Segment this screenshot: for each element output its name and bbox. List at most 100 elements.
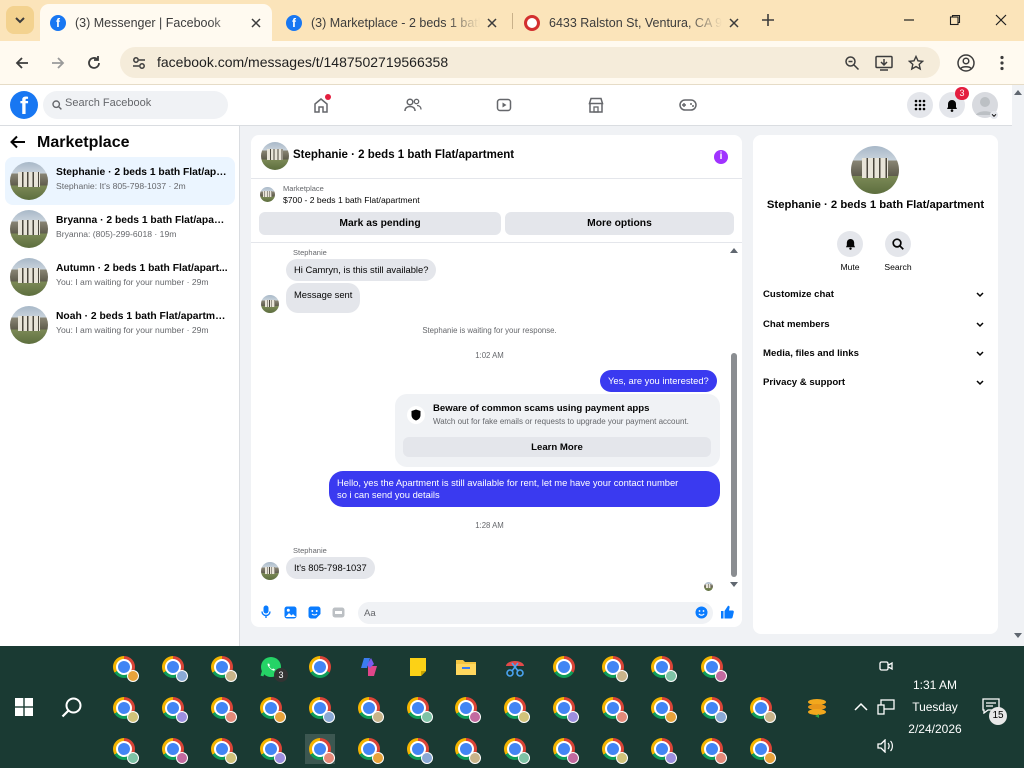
snipping-tool-icon[interactable] xyxy=(500,652,530,682)
page-scrollbar[interactable] xyxy=(1012,85,1024,646)
chrome-profile-icon[interactable] xyxy=(697,693,727,723)
tab-marketplace[interactable]: f (3) Marketplace - 2 beds 1 bath xyxy=(276,4,508,41)
chrome-profile-icon[interactable] xyxy=(109,734,139,764)
chrome-profile-icon[interactable] xyxy=(451,734,481,764)
nav-marketplace[interactable] xyxy=(576,91,616,119)
thumbs-up-icon[interactable] xyxy=(719,604,735,620)
back-button[interactable] xyxy=(8,49,36,77)
stacked-coins-icon[interactable] xyxy=(802,693,832,723)
chrome-profile-icon[interactable] xyxy=(305,693,335,723)
chrome-profile-icon[interactable] xyxy=(746,734,776,764)
scroll-down-arrow-icon[interactable] xyxy=(1014,633,1022,639)
conversation-item[interactable]: Stephanie · 2 beds 1 bath Flat/apart... … xyxy=(5,157,235,205)
tab-search-button[interactable] xyxy=(6,6,34,34)
chrome-profile-icon[interactable] xyxy=(207,693,237,723)
tray-chevron-up-icon[interactable] xyxy=(851,697,871,717)
scroll-up-arrow-icon[interactable] xyxy=(730,247,738,253)
incoming-message[interactable]: Message sent xyxy=(286,283,361,313)
back-arrow-icon[interactable] xyxy=(10,135,26,149)
whatsapp-icon[interactable]: 3 xyxy=(256,652,288,682)
file-explorer-icon[interactable] xyxy=(451,652,481,682)
clock-time[interactable]: 1:31 AM xyxy=(900,678,970,692)
emoji-icon[interactable] xyxy=(693,604,709,620)
message-input[interactable] xyxy=(358,602,713,624)
zoom-icon[interactable] xyxy=(842,53,862,73)
media-files-links-row[interactable]: Media, files and links xyxy=(763,348,988,368)
close-tab-icon[interactable] xyxy=(248,15,264,31)
incoming-message[interactable]: Hi Camryn, is this still available? xyxy=(286,259,437,281)
chat-scrollbar-thumb[interactable] xyxy=(731,353,737,577)
chrome-profile-icon[interactable] xyxy=(158,652,188,682)
more-options-button[interactable]: More options xyxy=(505,212,734,235)
chrome-profile-icon[interactable] xyxy=(598,734,628,764)
chrome-profile-icon[interactable] xyxy=(109,693,139,723)
mute-button[interactable]: Mute xyxy=(830,231,870,272)
nav-friends[interactable] xyxy=(393,91,433,119)
chrome-profile-icon[interactable] xyxy=(109,652,139,682)
reload-button[interactable] xyxy=(80,49,108,77)
chrome-profile-icon[interactable] xyxy=(354,693,384,723)
chrome-profile-icon[interactable] xyxy=(647,734,677,764)
chat-members-row[interactable]: Chat members xyxy=(763,319,988,339)
sticky-notes-icon[interactable] xyxy=(403,652,433,682)
browser-menu-button[interactable] xyxy=(988,49,1016,77)
install-app-icon[interactable] xyxy=(874,53,894,73)
conversation-item[interactable]: Noah · 2 beds 1 bath Flat/apartment You:… xyxy=(5,301,235,349)
tab-messenger[interactable]: f (3) Messenger | Facebook xyxy=(40,4,272,41)
clock-day[interactable]: Tuesday xyxy=(900,700,970,714)
restore-button[interactable] xyxy=(932,0,978,40)
learn-more-button[interactable]: Learn More xyxy=(403,437,711,457)
facebook-logo-icon[interactable]: f xyxy=(10,91,38,119)
chrome-profile-icon[interactable] xyxy=(158,693,188,723)
close-tab-icon[interactable] xyxy=(726,15,742,31)
chrome-profile-icon[interactable] xyxy=(305,734,335,764)
new-tab-button[interactable] xyxy=(756,8,780,32)
sticker-icon[interactable] xyxy=(306,604,322,620)
chat-scrollbar[interactable] xyxy=(728,245,740,595)
outgoing-message[interactable]: Hello, yes the Apartment is still availa… xyxy=(329,471,720,507)
tab-ralston[interactable]: 6433 Ralston St, Ventura, CA 93 xyxy=(514,4,750,41)
search-in-conversation-button[interactable]: Search xyxy=(878,231,918,272)
menu-button[interactable] xyxy=(907,92,933,118)
chrome-profile-icon[interactable] xyxy=(500,693,530,723)
meet-now-icon[interactable] xyxy=(876,656,896,676)
clock-date[interactable]: 2/24/2026 xyxy=(900,722,970,736)
chrome-profile-icon[interactable] xyxy=(549,693,579,723)
close-window-button[interactable] xyxy=(978,0,1024,40)
photo-icon[interactable] xyxy=(282,604,298,620)
chrome-profile-icon[interactable] xyxy=(207,652,237,682)
chrome-profile-icon[interactable] xyxy=(598,693,628,723)
incoming-message[interactable]: It's 805-798-1037 xyxy=(286,557,375,579)
conversation-info-icon[interactable]: i xyxy=(714,150,728,164)
close-tab-icon[interactable] xyxy=(484,15,500,31)
microphone-icon[interactable] xyxy=(258,604,274,620)
chrome-profile-icon[interactable] xyxy=(746,693,776,723)
chrome-profile-icon[interactable] xyxy=(500,734,530,764)
chrome-profile-icon[interactable] xyxy=(207,734,237,764)
start-button[interactable] xyxy=(9,692,39,722)
chrome-profile-icon[interactable] xyxy=(549,652,579,682)
minimize-button[interactable] xyxy=(886,0,932,40)
forward-button[interactable] xyxy=(44,49,72,77)
chrome-profile-icon[interactable] xyxy=(598,652,628,682)
address-bar[interactable]: facebook.com/messages/t/1487502719566358 xyxy=(120,47,940,78)
site-settings-icon[interactable] xyxy=(129,53,149,73)
chat-title[interactable]: Stephanie · 2 beds 1 bath Flat/apartment xyxy=(293,149,514,161)
taskbar-search-button[interactable] xyxy=(57,692,87,722)
conversation-item[interactable]: Autumn · 2 beds 1 bath Flat/apart... You… xyxy=(5,253,235,301)
network-icon[interactable] xyxy=(876,697,896,717)
chrome-profile-icon[interactable] xyxy=(305,652,335,682)
chat-header-avatar[interactable] xyxy=(261,142,289,170)
chrome-profile-icon[interactable] xyxy=(451,693,481,723)
conversation-item[interactable]: Bryanna · 2 beds 1 bath Flat/apart... Br… xyxy=(5,205,235,253)
chrome-profile-icon[interactable] xyxy=(158,734,188,764)
chrome-profile-icon[interactable] xyxy=(549,734,579,764)
nav-gaming[interactable] xyxy=(668,91,708,119)
chrome-profile-icon[interactable] xyxy=(403,734,433,764)
chrome-profile-icon[interactable] xyxy=(647,652,677,682)
privacy-support-row[interactable]: Privacy & support xyxy=(763,377,988,397)
facebook-search-input[interactable] xyxy=(65,97,223,109)
customize-chat-row[interactable]: Customize chat xyxy=(763,289,988,309)
chrome-profile-icon[interactable] xyxy=(697,734,727,764)
chrome-profile-icon[interactable] xyxy=(354,734,384,764)
